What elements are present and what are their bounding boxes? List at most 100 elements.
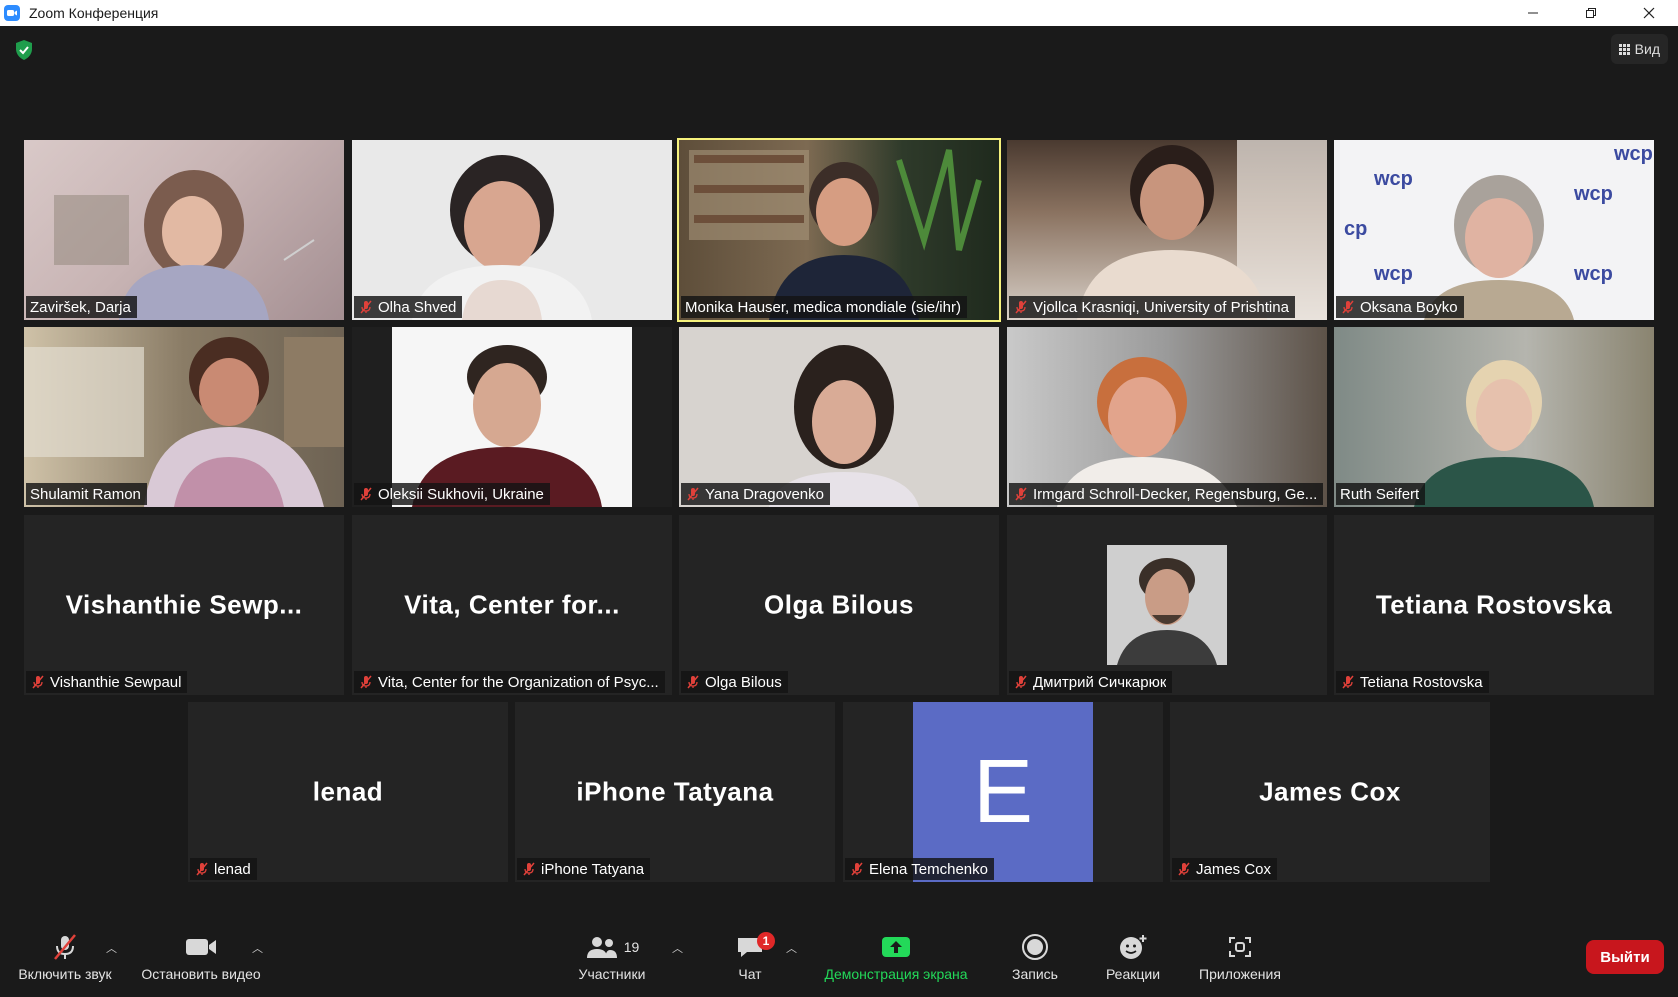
participants-options-caret-icon[interactable]: ︿ [672,940,684,955]
video-tile[interactable]: Vjollca Krasniqi, University of Prishtin… [1007,140,1327,320]
muted-mic-icon [360,300,372,314]
video-tile[interactable]: Vishanthie Sewp... Vishanthie Sewpaul [24,515,344,695]
participant-name: Tetiana Rostovska [1360,673,1483,691]
video-tile[interactable]: Oleksii Sukhovii, Ukraine [352,327,672,507]
profile-silhouette [1117,558,1217,665]
participant-display-name: iPhone Tatyana [576,776,774,807]
video-tile[interactable]: Ruth Seifert [1334,327,1654,507]
muted-microphone-icon [54,934,76,960]
video-tile[interactable]: Shulamit Ramon [24,327,344,507]
participant-nametag: Vishanthie Sewpaul [26,671,188,693]
participant-silhouette [1077,140,1327,320]
video-tile[interactable]: James Cox James Cox [1170,702,1490,882]
participant-name: Oleksii Sukhovii, Ukraine [378,485,544,503]
participant-display-name: James Cox [1259,776,1401,807]
muted-mic-icon [687,487,699,501]
participant-nametag: Yana Dragovenko [681,483,830,505]
gallery-view: Zaviršek, Darja Olha Shved Monika Hauser… [0,0,1678,997]
participant-name: Elena Temchenko [869,860,988,878]
participant-name: Oksana Boyko [1360,298,1458,316]
video-tile[interactable]: Дмитрий Сичкарюк [1007,515,1327,695]
meeting-toolbar: Включить звук ︿ Остановить видео ︿ 19 Уч… [0,928,1678,997]
video-tile[interactable]: Yana Dragovenko [679,327,999,507]
video-tile[interactable]: lenad lenad [188,702,508,882]
participant-nametag: Oleksii Sukhovii, Ukraine [354,483,550,505]
record-icon [1022,934,1048,960]
participant-name: Monika Hauser, medica mondiale (sie/ihr) [685,298,961,316]
profile-picture [1107,545,1227,665]
svg-text:wcp: wcp [1573,263,1613,285]
unmute-button[interactable]: Включить звук [12,928,118,997]
video-tile[interactable]: Tetiana Rostovska Tetiana Rostovska [1334,515,1654,695]
stop-video-button[interactable]: Остановить видео [136,928,266,997]
participant-silhouette [24,337,344,507]
participant-silhouette [1414,360,1594,507]
video-tile[interactable]: Olha Shved [352,140,672,320]
apps-icon [1229,937,1251,957]
share-screen-button[interactable]: Демонстрация экрана [814,928,978,997]
chat-unread-badge: 1 [757,932,775,950]
participant-nametag: Vjollca Krasniqi, University of Prishtin… [1009,296,1295,318]
participant-silhouette [412,155,592,320]
video-tile[interactable]: iPhone Tatyana iPhone Tatyana [515,702,835,882]
video-tile[interactable]: wcp wcp cp wcp wcp wcp Oksana Boyko [1334,140,1654,320]
participant-name: lenad [214,860,251,878]
svg-text:wcp: wcp [1613,143,1653,165]
chat-options-caret-icon[interactable]: ︿ [786,940,798,955]
share-screen-label: Демонстрация экрана [824,966,968,982]
participant-nametag: lenad [190,858,257,880]
muted-mic-icon [360,675,372,689]
muted-mic-icon [1342,675,1354,689]
participant-nametag: Monika Hauser, medica mondiale (sie/ihr) [681,296,967,318]
muted-mic-icon [360,487,372,501]
avatar-letter: E [972,741,1034,842]
muted-mic-icon [851,862,863,876]
participant-display-name: lenad [312,776,384,807]
participant-silhouette [689,149,982,320]
video-options-caret-icon[interactable]: ︿ [252,940,264,955]
video-tile[interactable]: Vita, Center for... Vita, Center for the… [352,515,672,695]
leave-meeting-button[interactable]: Выйти [1586,940,1664,974]
unmute-label: Включить звук [18,966,112,982]
video-tile[interactable]: Irmgard Schroll-Decker, Regensburg, Ge..… [1007,327,1327,507]
participant-name: Olga Bilous [705,673,782,691]
video-tile[interactable]: Zaviršek, Darja [24,140,344,320]
participant-silhouette [769,345,919,507]
participant-nametag: Zaviršek, Darja [26,296,137,318]
reactions-label: Реакции [1105,966,1161,982]
muted-mic-icon [1015,675,1027,689]
participant-name: Zaviršek, Darja [30,298,131,316]
reactions-smiley-icon [1120,935,1147,959]
muted-mic-icon [1342,300,1354,314]
participant-name: Vita, Center for the Organization of Psy… [378,673,659,691]
record-button[interactable]: Запись [1000,928,1070,997]
apps-button[interactable]: Приложения [1192,928,1288,997]
participant-video [1334,327,1654,507]
participant-video [1007,140,1327,320]
participants-icon [586,937,617,958]
participants-button[interactable]: 19 Участники [570,928,654,997]
svg-text:cp: cp [1344,218,1367,240]
participant-video: wcp wcp cp wcp wcp wcp [1334,140,1654,320]
video-tile[interactable]: E Elena Temchenko [843,702,1163,882]
participant-name: Ruth Seifert [1340,485,1420,503]
participant-nametag: Elena Temchenko [845,858,994,880]
participant-nametag: Shulamit Ramon [26,483,147,505]
participant-video [24,327,344,507]
participant-name: Yana Dragovenko [705,485,824,503]
video-tile-active-speaker[interactable]: Monika Hauser, medica mondiale (sie/ihr) [677,138,1001,322]
participant-nametag: Irmgard Schroll-Decker, Regensburg, Ge..… [1009,483,1324,505]
video-tile[interactable]: Olga Bilous Olga Bilous [679,515,999,695]
chat-label: Чат [738,966,762,982]
audio-options-caret-icon[interactable]: ︿ [106,940,118,955]
participant-silhouette [1057,357,1237,507]
chat-button[interactable]: 1 Чат [722,928,778,997]
reactions-button[interactable]: Реакции [1096,928,1170,997]
stop-video-label: Остановить видео [141,966,261,982]
participant-name: Shulamit Ramon [30,485,141,503]
muted-mic-icon [1015,300,1027,314]
svg-text:wcp: wcp [1373,263,1413,285]
participant-nametag: Дмитрий Сичкарюк [1009,671,1173,693]
share-screen-icon [882,937,910,957]
svg-text:wcp: wcp [1373,168,1413,190]
